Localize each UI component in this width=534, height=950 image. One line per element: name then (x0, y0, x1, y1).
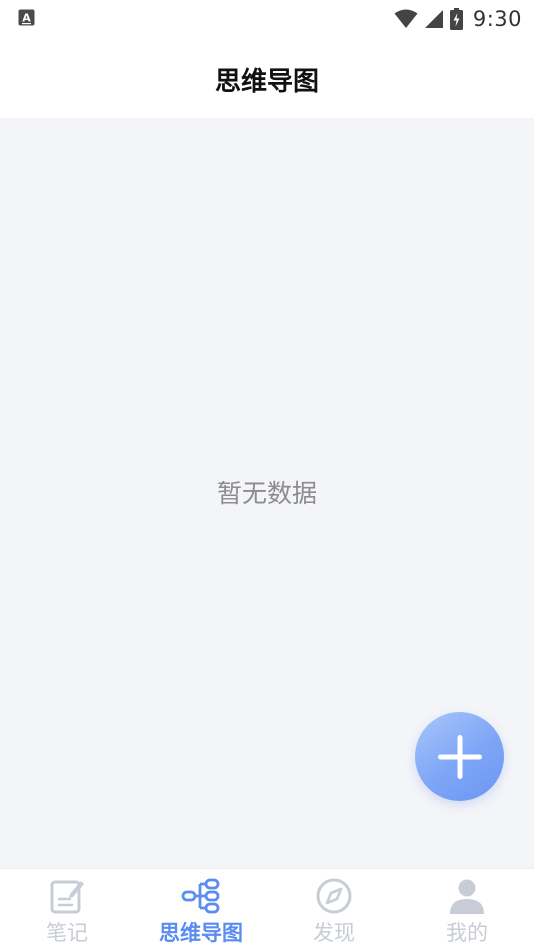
plus-icon (437, 734, 482, 779)
status-bar: A 9:30 (0, 0, 534, 38)
svg-text:A: A (22, 12, 31, 25)
add-mind-map-button[interactable] (415, 712, 504, 801)
status-icons: 9:30 (394, 5, 522, 33)
nav-tab-profile[interactable]: 我的 (400, 869, 534, 950)
nav-tab-notes[interactable]: 笔记 (0, 869, 134, 950)
bottom-nav: 笔记 思维导图 发现 我的 (0, 868, 534, 950)
wifi-icon (394, 9, 418, 28)
app-screen: A 9:30 思维导图 暂无数据 笔记 思维导图 发现 我的 (0, 0, 534, 950)
nav-label-discover: 发现 (313, 921, 355, 945)
empty-state-message: 暂无数据 (216, 479, 317, 508)
person-icon (450, 879, 484, 914)
status-time: 9:30 (472, 7, 522, 31)
nav-label-notes: 笔记 (46, 921, 88, 945)
page-title: 思维导图 (214, 66, 319, 97)
mind-map-icon (181, 878, 220, 914)
battery-charging-icon (449, 8, 463, 30)
signal-icon (424, 10, 443, 28)
nav-tab-mind-map[interactable]: 思维导图 (134, 869, 268, 950)
content-area[interactable]: 暂无数据 (0, 118, 534, 868)
nav-label-profile: 我的 (446, 921, 488, 945)
nav-label-mind-map: 思维导图 (159, 921, 243, 945)
nav-tab-discover[interactable]: 发现 (267, 869, 401, 950)
keyboard-a-icon: A (18, 9, 35, 26)
compass-icon (316, 878, 352, 914)
title-bar: 思维导图 (0, 38, 534, 118)
note-edit-icon (50, 880, 84, 914)
